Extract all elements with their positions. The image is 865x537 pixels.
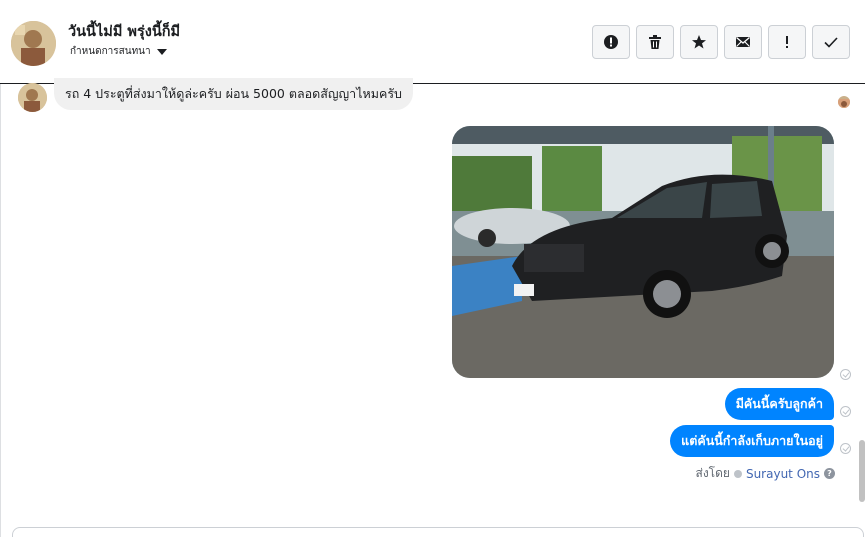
sender-avatar[interactable] [18, 83, 47, 112]
important-button[interactable] [768, 25, 806, 59]
seen-avatar [838, 96, 850, 108]
delivered-check-icon [840, 406, 851, 417]
sender-name-link[interactable]: Surayut Ons [746, 467, 820, 481]
contact-avatar[interactable] [11, 21, 56, 66]
done-button[interactable] [812, 25, 850, 59]
outgoing-message[interactable]: แต่คันนี้กำลังเก็บภายในอยู่ [670, 425, 834, 457]
conversation-status-dropdown[interactable]: กำหนดการสนทนา [70, 44, 167, 59]
checkmark-icon [824, 37, 838, 48]
sent-by-line: ส่งโดย Surayut Ons ? [695, 464, 835, 483]
incoming-message[interactable]: รถ 4 ประตูที่ส่งมาให้ดูล่ะครับ ผ่อน 5000… [54, 78, 413, 110]
report-button[interactable] [592, 25, 630, 59]
verified-dot-icon [733, 469, 742, 478]
star-icon [692, 35, 706, 49]
pickup-truck-image [452, 126, 834, 378]
delivered-check-icon [840, 443, 851, 454]
caret-down-icon [156, 48, 167, 55]
help-icon[interactable]: ? [824, 468, 835, 479]
conversation-toolbar [592, 25, 850, 59]
thread-scrollbar[interactable] [859, 440, 865, 502]
star-button[interactable] [680, 25, 718, 59]
car-photo-attachment[interactable] [452, 126, 834, 378]
conversation-header: วันนี้ไม่มี พรุ่งนี้ก็มี กำหนดการสนทนา [0, 0, 865, 84]
conversation-status-label: กำหนดการสนทนา [70, 46, 151, 57]
sent-by-label: ส่งโดย [695, 466, 730, 480]
outgoing-message[interactable]: มีคันนี้ครับลูกค้า [724, 388, 834, 420]
exclamation-circle-icon [604, 35, 618, 49]
contact-name[interactable]: วันนี้ไม่มี พรุ่งนี้ก็มี [68, 20, 180, 43]
trash-icon [649, 35, 661, 49]
envelope-icon [736, 37, 750, 47]
delivered-check-icon [840, 369, 851, 380]
mark-unread-button[interactable] [724, 25, 762, 59]
exclamation-icon [786, 36, 788, 48]
message-composer[interactable] [12, 527, 864, 537]
delete-button[interactable] [636, 25, 674, 59]
